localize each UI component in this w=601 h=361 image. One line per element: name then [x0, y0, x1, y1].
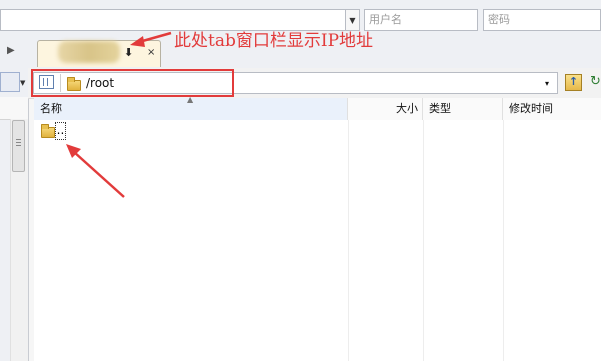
annotation-arrowhead-tab [130, 36, 145, 47]
annotation-arrow-item [73, 151, 125, 198]
annotation-arrows [66, 31, 172, 198]
